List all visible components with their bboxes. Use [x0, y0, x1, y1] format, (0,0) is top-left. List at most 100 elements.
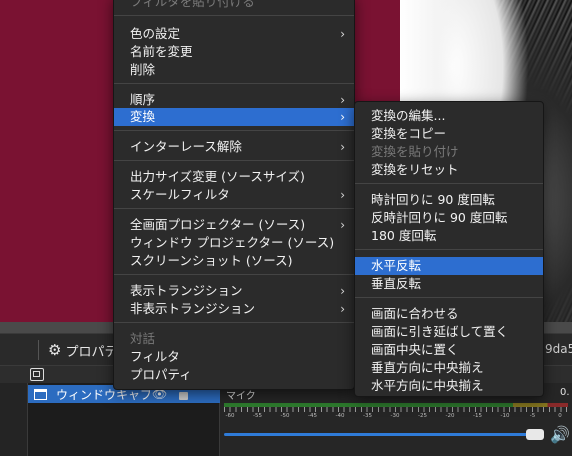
volume-scale-label: -55 — [253, 413, 262, 419]
context-menu-item[interactable]: 全画面プロジェクター (ソース) › — [114, 216, 354, 234]
context-menu-item: フィルタを貼り付ける — [114, 0, 354, 11]
volume-scale-label: -30 — [390, 413, 400, 419]
context-menu-item[interactable]: 色の設定 › — [114, 25, 354, 43]
transform-menu-item[interactable]: 水平反転 — [355, 257, 543, 275]
context-menu-item-label: 削除 — [130, 62, 156, 77]
lock-icon[interactable] — [179, 392, 189, 400]
menu-separator — [114, 208, 354, 209]
menu-separator — [114, 15, 354, 16]
transform-menu-item[interactable]: 水平方向に中央揃え — [355, 377, 543, 395]
context-menu-item-label: 出力サイズ変更 (ソースサイズ) — [130, 169, 305, 184]
volume-scale-label: 0 — [558, 413, 562, 419]
context-menu-item[interactable]: スクリーンショット (ソース) — [114, 252, 354, 270]
context-menu-item-label: 対話 — [130, 331, 156, 346]
context-menu-item-label: 色の設定 — [130, 26, 181, 41]
volume-scale-label: -50 — [280, 413, 290, 419]
context-menu-item[interactable]: 出力サイズ変更 (ソースサイズ) — [114, 168, 354, 186]
menu-separator — [114, 160, 354, 161]
context-menu-item-label: 名前を変更 — [130, 44, 193, 59]
transform-menu-item-label: 変換の編集... — [371, 108, 446, 123]
transform-menu-item[interactable]: 変換をコピー — [355, 125, 543, 143]
context-menu-item-label: フィルタを貼り付ける — [130, 0, 255, 9]
volume-slider-handle[interactable] — [526, 429, 544, 440]
toolbar-divider — [38, 340, 39, 360]
source-context-menu: フィルタを貼り付ける 色の設定 › 名前を変更 削除 順序 › 変換 › インターレース解除 › 出力… — [113, 0, 355, 390]
chevron-right-icon: › — [340, 284, 345, 298]
context-menu-item-label: フィルタ — [130, 349, 180, 364]
properties-button[interactable]: ⚙ プロパテ — [48, 340, 117, 360]
transform-menu-item[interactable]: 画面中央に置く — [355, 341, 543, 359]
chevron-right-icon: › — [340, 188, 345, 202]
menu-separator — [114, 322, 354, 323]
volume-slider[interactable] — [224, 433, 532, 436]
transform-submenu: 変換の編集... 変換をコピー 変換を貼り付け変換をリセット時計回りに 90 度回転… — [354, 101, 544, 397]
context-menu-item[interactable]: ウィンドウ プロジェクター (ソース) — [114, 234, 354, 252]
menu-separator — [355, 297, 543, 298]
transform-menu-item-label: 変換を貼り付け — [371, 144, 459, 159]
scenes-panel — [0, 383, 28, 456]
context-menu-item[interactable]: 削除 — [114, 61, 354, 79]
context-menu-item-label: プロパティ — [130, 367, 192, 382]
volume-scale-label: -10 — [500, 413, 510, 419]
dock-float-icon[interactable] — [30, 368, 44, 381]
transform-menu-item-label: 画面に合わせる — [371, 306, 459, 321]
menu-separator — [114, 83, 354, 84]
context-menu-item-label: ウィンドウ プロジェクター (ソース) — [130, 235, 335, 250]
context-menu-item-label: スクリーンショット (ソース) — [130, 253, 293, 268]
context-menu-item[interactable]: 非表示トランジション › — [114, 300, 354, 318]
context-menu-item[interactable]: インターレース解除 › — [114, 138, 354, 156]
context-menu-item-label: 全画面プロジェクター (ソース) — [130, 217, 306, 232]
context-menu-item[interactable]: 変換 › — [114, 108, 354, 126]
transform-menu-item-label: 画面に引き延ばして置く — [371, 324, 509, 339]
toolbar-right-text: 9da5 — [545, 342, 572, 356]
mixer-channel-value: 0. — [560, 387, 570, 398]
transform-menu-item-label: 180 度回転 — [371, 228, 437, 243]
context-menu-item[interactable]: フィルタ — [114, 348, 354, 366]
menu-separator — [355, 249, 543, 250]
gear-icon: ⚙ — [48, 341, 62, 359]
chevron-right-icon: › — [340, 140, 345, 154]
volume-icon[interactable]: 🔊 — [550, 425, 570, 444]
volume-scale-label: -15 — [473, 413, 482, 419]
transform-menu-item-label: 時計回りに 90 度回転 — [371, 192, 495, 207]
transform-menu-item-label: 変換をコピー — [371, 126, 447, 141]
context-menu-item-label: 変換 — [130, 109, 156, 124]
menu-separator — [114, 130, 354, 131]
transform-menu-item[interactable]: 垂直方向に中央揃え — [355, 359, 543, 377]
chevron-right-icon: › — [340, 93, 345, 107]
context-menu-item[interactable]: 順序 › — [114, 91, 354, 109]
transform-menu-item[interactable]: 180 度回転 — [355, 227, 543, 245]
volume-scale-label: -40 — [335, 413, 345, 419]
chevron-right-icon: › — [340, 27, 345, 41]
volume-scale-label: -25 — [418, 413, 427, 419]
transform-menu-item[interactable]: 画面に引き延ばして置く — [355, 323, 543, 341]
transform-menu-item-label: 水平反転 — [371, 258, 422, 273]
transform-menu-item-label: 垂直方向に中央揃え — [371, 360, 484, 375]
context-menu-item-label: 順序 — [130, 92, 156, 107]
volume-scale: -60 -55 -50 -45 -40 -35 -30 -25 -20 -15 -10 -5 0 — [224, 413, 568, 421]
volume-scale-label: -5 — [529, 413, 536, 419]
volume-meter-ticks — [224, 407, 568, 412]
sources-list: ウィンドウキャプ 👁 — [28, 383, 220, 456]
properties-button-label: プロパテ — [65, 344, 118, 360]
transform-menu-item[interactable]: 反時計回りに 90 度回転 — [355, 209, 543, 227]
context-menu-item: 対話 — [114, 330, 354, 348]
transform-menu-item[interactable]: 垂直反転 — [355, 275, 543, 293]
transform-menu-item-label: 反時計回りに 90 度回転 — [371, 210, 508, 225]
window-icon — [34, 388, 47, 400]
context-menu-item[interactable]: 名前を変更 — [114, 43, 354, 61]
transform-menu-item[interactable]: 変換をリセット — [355, 161, 543, 179]
transform-menu-item: 変換を貼り付け — [355, 143, 543, 161]
context-menu-item-label: 非表示トランジション — [130, 301, 256, 316]
transform-menu-item[interactable]: 画面に合わせる — [355, 305, 543, 323]
context-menu-item[interactable]: 表示トランジション › — [114, 282, 354, 300]
menu-separator — [114, 274, 354, 275]
context-menu-item[interactable]: スケールフィルタ › — [114, 186, 354, 204]
volume-scale-label: -60 — [225, 413, 235, 419]
transform-menu-item-label: 垂直反転 — [371, 276, 422, 291]
transform-menu-item[interactable]: 時計回りに 90 度回転 — [355, 191, 543, 209]
transform-menu-item[interactable]: 変換の編集... — [355, 107, 543, 125]
transform-menu-item-label: 水平方向に中央揃え — [371, 378, 484, 393]
context-menu-item[interactable]: プロパティ — [114, 366, 354, 384]
chevron-right-icon: › — [340, 110, 345, 124]
